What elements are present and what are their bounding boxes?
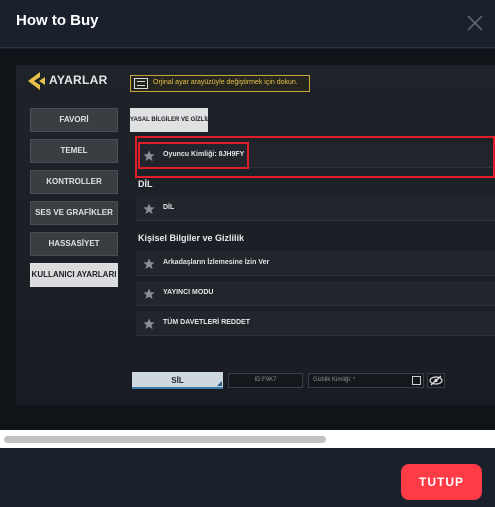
sidebar-item-kullanici-ayarlari: KULLANICI AYARLARI (30, 263, 118, 287)
id-field: ID:F9K7 (228, 373, 303, 388)
game-settings-title: AYARLAR (49, 73, 108, 87)
sidebar-item-favori: FAVORİ (30, 108, 118, 132)
close-button[interactable]: TUTUP (401, 464, 482, 500)
list-fade (136, 347, 495, 357)
privacy-row-text: TÜM DAVETLERİ REDDET (163, 319, 250, 326)
privacy-row: Arkadaşların İzlemesine İzin Ver (136, 251, 495, 276)
privacy-id-field: Gizlilik Kimliği: * (308, 373, 424, 388)
how-to-buy-modal: How to Buy AYARLAR Orjinal ayar arayüzüy… (0, 0, 495, 507)
privacy-id-placeholder: Gizlilik Kimliği: * (313, 377, 356, 383)
star-icon (143, 288, 155, 299)
swap-hint-text: Orjinal ayar arayüzüyle değiştirmek için… (153, 79, 298, 86)
privacy-row: TÜM DAVETLERİ REDDET (136, 311, 495, 336)
scrollbar-thumb[interactable] (4, 436, 326, 443)
delete-button: SİL (132, 372, 223, 389)
copy-icon (412, 376, 421, 385)
sidebar-item-kontroller: KONTROLLER (30, 170, 118, 194)
tab-legal-privacy: YASAL BİLGİLER VE GİZLİLİK (130, 108, 216, 132)
privacy-row-text: Arkadaşların İzlemesine İzin Ver (163, 259, 270, 266)
section-privacy-heading: Kişisel Bilgiler ve Gizlilik (138, 233, 245, 243)
eye-icon (427, 373, 445, 388)
horizontal-scrollbar[interactable] (0, 430, 495, 448)
sidebar-item-temel: TEMEL (30, 139, 118, 163)
modal-title: How to Buy (16, 12, 99, 29)
star-icon (143, 318, 155, 329)
highlight-box-player-id (138, 142, 249, 169)
sidebar-item-hassasiyet: HASSASİYET (30, 232, 118, 256)
close-icon[interactable] (465, 13, 485, 33)
language-row-text: DİL (163, 204, 175, 211)
star-icon (143, 258, 155, 269)
privacy-row: YAYINCI MODU (136, 281, 495, 306)
modal-footer: TUTUP (0, 448, 495, 507)
tutorial-image-area: AYARLAR Orjinal ayar arayüzüyle değiştir… (0, 49, 495, 430)
swap-layout-icon (134, 78, 148, 89)
section-language-heading: DİL (138, 179, 153, 189)
back-chevron-icon (26, 71, 46, 91)
privacy-row-text: YAYINCI MODU (163, 289, 214, 296)
swap-settings-hint: Orjinal ayar arayüzüyle değiştirmek için… (130, 75, 310, 92)
sidebar-item-ses-grafik: SES VE GRAFİKLER (30, 201, 118, 225)
star-icon (143, 203, 155, 214)
game-settings-screenshot: AYARLAR Orjinal ayar arayüzüyle değiştir… (16, 65, 495, 405)
modal-header: How to Buy (0, 0, 495, 48)
language-row: DİL (136, 196, 495, 221)
